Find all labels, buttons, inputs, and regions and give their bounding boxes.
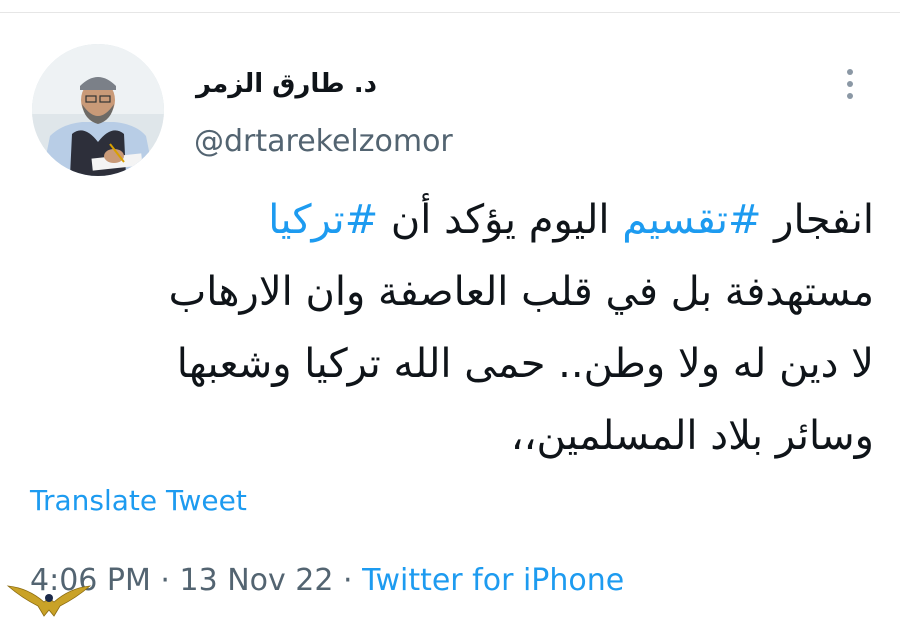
author-handle[interactable]: @drtarekelzomor xyxy=(194,122,453,162)
more-vertical-icon-dot xyxy=(847,93,853,99)
more-vertical-icon-dot xyxy=(847,81,853,87)
top-divider xyxy=(0,12,900,13)
tweet-text-line: وسائر بلاد المسلمين،، xyxy=(510,413,874,459)
tweet-metadata: 4:06 PM · 13 Nov 22 · Twitter for iPhone xyxy=(30,560,624,602)
meta-separator: · xyxy=(333,563,363,598)
watermark-logo xyxy=(4,576,94,634)
tweet-text-line: لا دين له ولا وطن.. حمى الله تركيا وشعبه… xyxy=(176,341,874,387)
tweet-text: انفجار #تقسيم اليوم يؤكد أن #تركيا مستهد… xyxy=(30,184,874,472)
more-vertical-icon xyxy=(847,69,853,75)
avatar[interactable] xyxy=(32,44,164,176)
translate-tweet-link[interactable]: Translate Tweet xyxy=(30,482,247,520)
more-options-button[interactable] xyxy=(832,64,868,104)
tweet-text-segment: انفجار xyxy=(761,197,874,243)
author-display-name[interactable]: د. طارق الزمر xyxy=(196,66,396,102)
tweet-source-link[interactable]: Twitter for iPhone xyxy=(362,563,624,598)
tweet-text-line: انفجار #تقسيم اليوم يؤكد أن #تركيا xyxy=(30,184,874,256)
eagle-logo-icon xyxy=(6,585,92,617)
hashtag-link[interactable]: #تركيا xyxy=(268,197,378,243)
meta-separator: · xyxy=(150,563,180,598)
hashtag-link[interactable]: #تقسيم xyxy=(622,197,761,243)
tweet-date[interactable]: 13 Nov 22 xyxy=(180,563,334,598)
tweet-text-line: مستهدفة بل في قلب العاصفة وان الارهاب xyxy=(168,269,874,315)
avatar-photo xyxy=(32,44,164,176)
tweet-text-segment: اليوم يؤكد أن xyxy=(378,197,623,243)
